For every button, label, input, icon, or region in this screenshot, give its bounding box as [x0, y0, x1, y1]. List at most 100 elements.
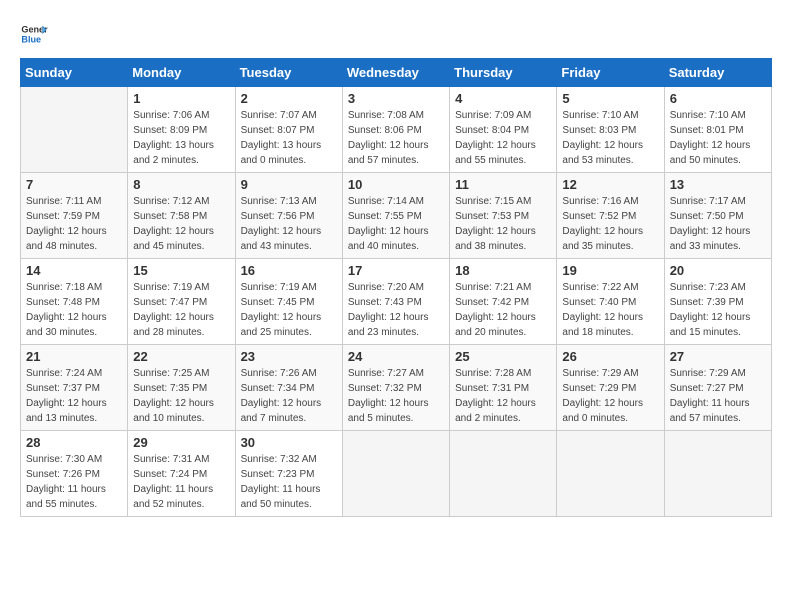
calendar-cell: 7Sunrise: 7:11 AM Sunset: 7:59 PM Daylig…: [21, 173, 128, 259]
day-header-tuesday: Tuesday: [235, 59, 342, 87]
day-info: Sunrise: 7:11 AM Sunset: 7:59 PM Dayligh…: [26, 194, 122, 254]
calendar-cell: 28 Sunrise: 7:30 AM Sunset: 7:26 PM Dayli…: [21, 431, 128, 517]
day-info: Sunrise: 7:12 AM Sunset: 7:58 PM Dayligh…: [133, 194, 229, 254]
day-info: Sunrise: 7:19 AM Sunset: 7:47 PM Dayligh…: [133, 280, 229, 340]
week-row-2: 7Sunrise: 7:11 AM Sunset: 7:59 PM Daylig…: [21, 173, 772, 259]
week-row-4: 21 Sunrise: 7:24 AM Sunset: 7:37 PM Dayli…: [21, 345, 772, 431]
calendar-cell: 10 Sunrise: 7:14 AM Sunset: 7:55 PM Dayli…: [342, 173, 449, 259]
svg-text:Blue: Blue: [21, 34, 41, 44]
calendar-cell: 12Sunrise: 7:16 AM Sunset: 7:52 PM Dayli…: [557, 173, 664, 259]
day-number: 5: [562, 91, 658, 106]
calendar-cell: 15 Sunrise: 7:19 AM Sunset: 7:47 PM Dayli…: [128, 259, 235, 345]
day-number: 23: [241, 349, 337, 364]
calendar-cell: 2Sunrise: 7:07 AM Sunset: 8:07 PM Daylig…: [235, 87, 342, 173]
calendar-cell: 11 Sunrise: 7:15 AM Sunset: 7:53 PM Dayli…: [450, 173, 557, 259]
day-info: Sunrise: 7:08 AM Sunset: 8:06 PM Dayligh…: [348, 108, 444, 168]
logo-icon: General Blue: [20, 20, 48, 48]
day-number: 13: [670, 177, 766, 192]
calendar-table: SundayMondayTuesdayWednesdayThursdayFrid…: [20, 58, 772, 517]
calendar-cell: 21 Sunrise: 7:24 AM Sunset: 7:37 PM Dayli…: [21, 345, 128, 431]
logo: General Blue: [20, 20, 52, 48]
day-number: 8: [133, 177, 229, 192]
calendar-cell: [21, 87, 128, 173]
day-number: 3: [348, 91, 444, 106]
day-info: Sunrise: 7:23 AM Sunset: 7:39 PM Dayligh…: [670, 280, 766, 340]
day-number: 6: [670, 91, 766, 106]
calendar-cell: 18 Sunrise: 7:21 AM Sunset: 7:42 PM Dayli…: [450, 259, 557, 345]
day-info: Sunrise: 7:30 AM Sunset: 7:26 PM Dayligh…: [26, 452, 122, 512]
day-info: Sunrise: 7:27 AM Sunset: 7:32 PM Dayligh…: [348, 366, 444, 426]
day-header-wednesday: Wednesday: [342, 59, 449, 87]
calendar-cell: 8 Sunrise: 7:12 AM Sunset: 7:58 PM Daylig…: [128, 173, 235, 259]
calendar-cell: 22 Sunrise: 7:25 AM Sunset: 7:35 PM Dayli…: [128, 345, 235, 431]
day-number: 20: [670, 263, 766, 278]
calendar-cell: 1 Sunrise: 7:06 AM Sunset: 8:09 PM Daylig…: [128, 87, 235, 173]
day-info: Sunrise: 7:07 AM Sunset: 8:07 PM Dayligh…: [241, 108, 337, 168]
day-number: 19: [562, 263, 658, 278]
day-header-friday: Friday: [557, 59, 664, 87]
day-number: 14: [26, 263, 122, 278]
day-number: 1: [133, 91, 229, 106]
calendar-cell: 14 Sunrise: 7:18 AM Sunset: 7:48 PM Dayli…: [21, 259, 128, 345]
day-header-saturday: Saturday: [664, 59, 771, 87]
day-info: Sunrise: 7:29 AM Sunset: 7:27 PM Dayligh…: [670, 366, 766, 426]
day-number: 22: [133, 349, 229, 364]
day-number: 29: [133, 435, 229, 450]
day-info: Sunrise: 7:25 AM Sunset: 7:35 PM Dayligh…: [133, 366, 229, 426]
day-info: Sunrise: 7:10 AM Sunset: 8:03 PM Dayligh…: [562, 108, 658, 168]
calendar-cell: 4 Sunrise: 7:09 AM Sunset: 8:04 PM Daylig…: [450, 87, 557, 173]
day-number: 10: [348, 177, 444, 192]
day-info: Sunrise: 7:15 AM Sunset: 7:53 PM Dayligh…: [455, 194, 551, 254]
day-info: Sunrise: 7:31 AM Sunset: 7:24 PM Dayligh…: [133, 452, 229, 512]
day-number: 25: [455, 349, 551, 364]
day-number: 17: [348, 263, 444, 278]
day-number: 30: [241, 435, 337, 450]
day-info: Sunrise: 7:06 AM Sunset: 8:09 PM Dayligh…: [133, 108, 229, 168]
day-info: Sunrise: 7:21 AM Sunset: 7:42 PM Dayligh…: [455, 280, 551, 340]
day-number: 15: [133, 263, 229, 278]
day-info: Sunrise: 7:29 AM Sunset: 7:29 PM Dayligh…: [562, 366, 658, 426]
day-info: Sunrise: 7:13 AM Sunset: 7:56 PM Dayligh…: [241, 194, 337, 254]
day-header-monday: Monday: [128, 59, 235, 87]
day-number: 18: [455, 263, 551, 278]
day-header-thursday: Thursday: [450, 59, 557, 87]
week-row-5: 28 Sunrise: 7:30 AM Sunset: 7:26 PM Dayli…: [21, 431, 772, 517]
day-number: 16: [241, 263, 337, 278]
day-number: 26: [562, 349, 658, 364]
day-info: Sunrise: 7:24 AM Sunset: 7:37 PM Dayligh…: [26, 366, 122, 426]
day-info: Sunrise: 7:28 AM Sunset: 7:31 PM Dayligh…: [455, 366, 551, 426]
calendar-cell: 19 Sunrise: 7:22 AM Sunset: 7:40 PM Dayli…: [557, 259, 664, 345]
day-number: 27: [670, 349, 766, 364]
calendar-cell: 27 Sunrise: 7:29 AM Sunset: 7:27 PM Dayli…: [664, 345, 771, 431]
calendar-cell: 20 Sunrise: 7:23 AM Sunset: 7:39 PM Dayli…: [664, 259, 771, 345]
calendar-cell: 26 Sunrise: 7:29 AM Sunset: 7:29 PM Dayli…: [557, 345, 664, 431]
calendar-cell: 3 Sunrise: 7:08 AM Sunset: 8:06 PM Daylig…: [342, 87, 449, 173]
day-number: 11: [455, 177, 551, 192]
day-info: Sunrise: 7:20 AM Sunset: 7:43 PM Dayligh…: [348, 280, 444, 340]
day-info: Sunrise: 7:17 AM Sunset: 7:50 PM Dayligh…: [670, 194, 766, 254]
calendar-cell: [664, 431, 771, 517]
day-info: Sunrise: 7:32 AM Sunset: 7:23 PM Dayligh…: [241, 452, 337, 512]
day-info: Sunrise: 7:19 AM Sunset: 7:45 PM Dayligh…: [241, 280, 337, 340]
calendar-cell: [450, 431, 557, 517]
page-header: General Blue: [20, 20, 772, 48]
day-number: 21: [26, 349, 122, 364]
day-info: Sunrise: 7:22 AM Sunset: 7:40 PM Dayligh…: [562, 280, 658, 340]
calendar-cell: 17 Sunrise: 7:20 AM Sunset: 7:43 PM Dayli…: [342, 259, 449, 345]
calendar-cell: 16 Sunrise: 7:19 AM Sunset: 7:45 PM Dayli…: [235, 259, 342, 345]
calendar-cell: 13 Sunrise: 7:17 AM Sunset: 7:50 PM Dayli…: [664, 173, 771, 259]
day-number: 12: [562, 177, 658, 192]
day-info: Sunrise: 7:14 AM Sunset: 7:55 PM Dayligh…: [348, 194, 444, 254]
calendar-cell: [557, 431, 664, 517]
day-info: Sunrise: 7:09 AM Sunset: 8:04 PM Dayligh…: [455, 108, 551, 168]
week-row-3: 14 Sunrise: 7:18 AM Sunset: 7:48 PM Dayli…: [21, 259, 772, 345]
calendar-cell: 29 Sunrise: 7:31 AM Sunset: 7:24 PM Dayli…: [128, 431, 235, 517]
day-number: 4: [455, 91, 551, 106]
day-info: Sunrise: 7:26 AM Sunset: 7:34 PM Dayligh…: [241, 366, 337, 426]
day-number: 28: [26, 435, 122, 450]
calendar-cell: 25 Sunrise: 7:28 AM Sunset: 7:31 PM Dayli…: [450, 345, 557, 431]
calendar-cell: 5 Sunrise: 7:10 AM Sunset: 8:03 PM Daylig…: [557, 87, 664, 173]
calendar-cell: [342, 431, 449, 517]
day-info: Sunrise: 7:18 AM Sunset: 7:48 PM Dayligh…: [26, 280, 122, 340]
calendar-cell: 9Sunrise: 7:13 AM Sunset: 7:56 PM Daylig…: [235, 173, 342, 259]
